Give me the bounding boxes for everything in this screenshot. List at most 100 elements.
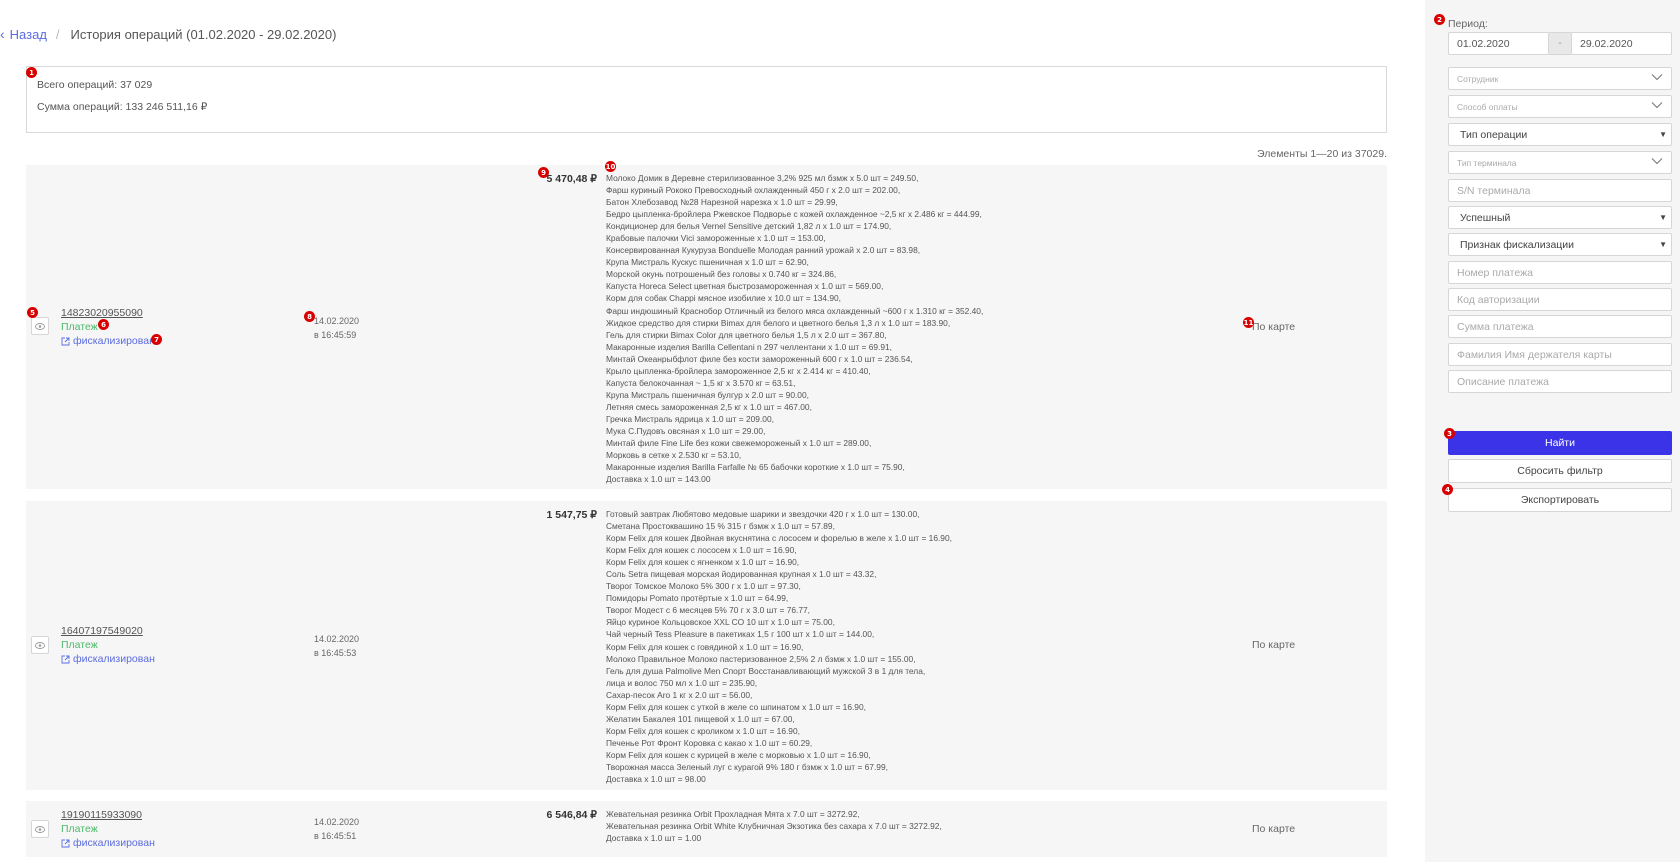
marker-badge: 10 [605,161,616,172]
receipt-item: Мука С.Пудовъ овсяная x 1.0 шт = 29.00, [606,425,766,436]
receipt-item: Помидоры Pomato протёртые x 1.0 шт = 64.… [606,593,789,604]
payment-sum-input[interactable]: Сумма платежа [1448,315,1672,338]
total-operations: Всего операций: 37 029 [37,79,153,91]
transaction-id-link[interactable]: 14823020955090 [61,307,143,319]
receipt-item: Жевательная резинка Orbit Прохладная Мят… [606,809,860,819]
receipt-item: Творог Томское Молоко 5% 300 г x 1.0 шт … [606,581,801,592]
transaction-id-link[interactable]: 16407197549020 [61,625,143,637]
operation-date: 14.02.2020 [314,817,360,827]
eye-icon [35,322,45,330]
view-button[interactable] [31,820,49,838]
filter-sidebar: 2 Период: 01.02.2020 - 29.02.2020 Сотруд… [1425,0,1680,862]
external-link-icon [61,337,70,345]
eye-icon [35,825,45,833]
receipt-item: Корм для собак Chappi мясное изобилие x … [606,293,842,304]
caret-down-icon: ▼ [1659,130,1667,139]
terminal-type-placeholder: Тип терминала [1457,157,1517,168]
marker-badge: 3 [1444,428,1455,439]
view-button[interactable] [31,317,49,335]
operation-time: в 16:45:51 [314,831,357,841]
breadcrumb-separator: / [55,26,60,42]
operation-type: Платеж [61,639,98,651]
receipt-item: Морковь в сетке x 2.530 кг = 53.10, [606,450,742,461]
receipt-item: Капуста белокочанная ~ 1,5 кг x 3.570 кг… [606,377,796,388]
receipt-item: Летняя смесь замороженная 2,5 кг x 1.0 ш… [606,401,812,412]
fiscal-status-link[interactable]: фискализирован [61,335,155,347]
page-title: История операций (01.02.2020 - 29.02.202… [70,26,337,42]
employee-select[interactable]: Сотрудник [1448,67,1672,90]
receipt-items: Жевательная резинка Orbit Прохладная Мят… [606,808,942,844]
receipt-item: Корм Felix для кошек с лососем x 1.0 шт … [606,545,797,556]
payment-number-input[interactable]: Номер платежа [1448,261,1672,284]
pagination-info: Элементы 1—20 из 37029. [1257,148,1387,160]
operation-datetime: 14.02.2020 в 16:45:51 [314,815,359,843]
export-button[interactable]: Экспортировать [1448,488,1672,512]
caret-down-icon: ▼ [1659,240,1667,249]
employee-placeholder: Сотрудник [1457,73,1499,84]
fiscal-status-link[interactable]: фискализирован [61,653,155,665]
receipt-item: Капуста Horeca Select цветная быстрозамо… [606,281,884,292]
receipt-item: Корм Felix для кошек с говядиной x 1.0 ш… [606,641,804,652]
marker-badge: 8 [304,311,315,322]
auth-code-input[interactable]: Код авторизации [1448,288,1672,311]
receipt-item: Яйцо куриное Кольцовское XXL CO 10 шт x … [606,617,835,628]
receipt-item: Кондиционер для белья Vernel Sensitive д… [606,221,892,232]
receipt-item: Жевательная резинка Orbit White Клубничн… [606,821,942,832]
period-label: Период: [1448,18,1488,30]
back-label: Назад [9,26,47,42]
operation-amount: 6 546,84 ₽ [546,809,597,821]
transaction-id-link[interactable]: 19190115933090 [61,809,142,821]
payment-method: По карте [1252,321,1296,333]
status-select[interactable]: Успешный ▼ [1448,206,1672,229]
external-link-icon [61,839,70,847]
receipt-item: Консервированная Кукуруза Bonduelle Моло… [606,245,921,256]
operation-date: 14.02.2020 [314,316,360,326]
payment-description-input[interactable]: Описание платежа [1448,370,1672,393]
receipt-item: Сметана Простоквашино 15 % 315 г бзмж x … [606,521,835,532]
operation-row[interactable]: 14823020955090 Платеж фискализирован 14.… [26,165,1387,489]
summary-panel: Всего операций: 37 029 Сумма операций: 1… [26,66,1387,133]
operation-type-select[interactable]: Тип операции ▼ [1448,123,1672,146]
fiscal-label: фискализирован [73,335,155,347]
operation-row[interactable]: 16407197549020 Платеж фискализирован 14.… [26,501,1387,790]
operation-row[interactable]: 19190115933090 Платеж фискализирован 14.… [26,801,1387,857]
reset-filter-button[interactable]: Сбросить фильтр [1448,459,1672,483]
fiscal-status-link[interactable]: фискализирован [61,837,155,849]
terminal-type-select[interactable]: Тип терминала [1448,151,1672,174]
receipt-item: Готовый завтрак Любятово медовые шарики … [606,509,920,519]
receipt-item: Крупа Мистраль пшеничная булгур x 2.0 шт… [606,389,809,400]
payment-method-select[interactable]: Способ оплаты [1448,95,1672,118]
fiscal-sign-select[interactable]: Признак фискализации ▼ [1448,233,1672,256]
receipt-item: Доставка x 1.0 шт = 98.00 [606,774,706,785]
receipt-item: Желатин Бакалея 101 пищевой x 1.0 шт = 6… [606,713,795,724]
eye-icon [35,641,45,649]
chevron-down-icon [1651,102,1663,109]
receipt-item: Молоко Домик в Деревне стерилизованное 3… [606,173,919,183]
operation-type: Платеж [61,823,98,835]
date-from-input[interactable]: 01.02.2020 [1448,32,1549,55]
receipt-item: Корм Felix для кошек Двойная вкуснятина … [606,533,952,544]
receipt-item: Корм Felix для кошек с ягненком x 1.0 шт… [606,557,800,568]
marker-badge: 11 [1243,317,1254,328]
date-to-input[interactable]: 29.02.2020 [1571,32,1672,55]
receipt-item: Гель для стирки Bimax Color для цветного… [606,329,887,340]
operation-type: Платеж [61,321,98,333]
marker-badge: 1 [26,67,37,78]
terminal-sn-input[interactable]: S/N терминала [1448,179,1672,202]
receipt-item: Фарш куриный Рококо Превосходный охлажде… [606,185,901,196]
receipt-item: Молоко Правильное Молоко пастеризованное… [606,653,916,664]
total-sum: Сумма операций: 133 246 511,16 ₽ [37,101,208,113]
card-holder-input[interactable]: Фамилия Имя держателя карты [1448,343,1672,366]
receipt-item: Бедро цыпленка-бройлера Ржевское Подворь… [606,209,982,220]
operation-amount: 1 547,75 ₽ [546,509,597,521]
breadcrumb: ‹ Назад / История операций (01.02.2020 -… [0,25,336,43]
find-button[interactable]: Найти [1448,431,1672,455]
receipt-item: Гречка Мистраль ядрица x 1.0 шт = 209.00… [606,413,774,424]
receipt-item: Корм Felix для кошек с кроликом x 1.0 шт… [606,725,800,736]
back-link[interactable]: ‹ Назад [0,27,47,42]
fiscal-sign-value: Признак фискализации [1460,238,1575,251]
view-button[interactable] [31,636,49,654]
receipt-item: Доставка x 1.0 шт = 143.00 [606,474,711,485]
marker-badge: 4 [1442,484,1453,495]
fiscal-label: фискализирован [73,837,155,849]
